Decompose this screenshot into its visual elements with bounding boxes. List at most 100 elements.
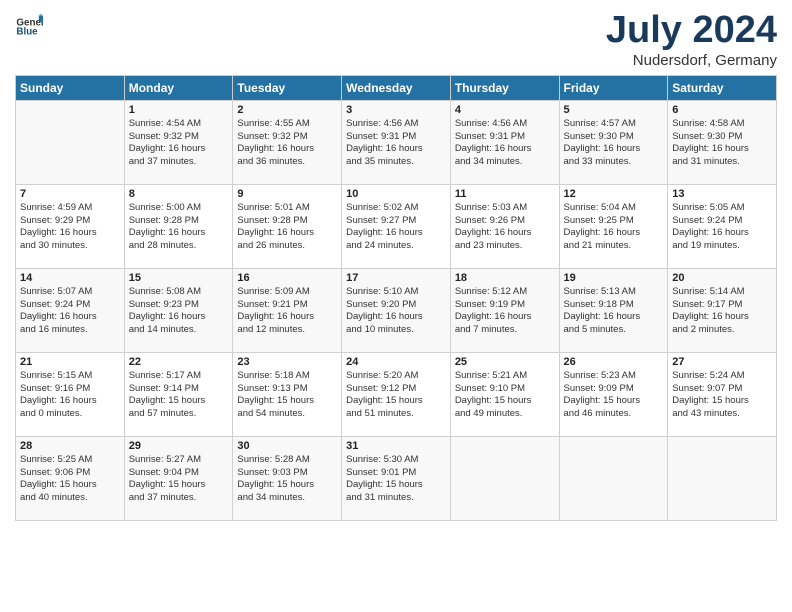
cell-week1-day4: 4 Sunrise: 4:56 AM Sunset: 9:31 PM Daylig… (450, 100, 559, 184)
day-number: 3 (346, 104, 446, 116)
cell-week4-day0: 21 Sunrise: 5:15 AM Sunset: 9:16 PM Dayli… (16, 352, 125, 436)
header: General Blue July 2024 Nudersdorf, Germa… (15, 10, 777, 69)
logo-icon: General Blue (15, 10, 43, 38)
day-number: 9 (237, 188, 337, 200)
day-number: 19 (564, 272, 664, 284)
day-number: 16 (237, 272, 337, 284)
day-info: Sunrise: 5:27 AM Sunset: 9:04 PM Dayligh… (129, 454, 229, 505)
day-number: 12 (564, 188, 664, 200)
cell-week4-day1: 22 Sunrise: 5:17 AM Sunset: 9:14 PM Dayli… (124, 352, 233, 436)
cell-week1-day2: 2Sunrise: 4:55 AM Sunset: 9:32 PM Daylig… (233, 100, 342, 184)
day-info: Sunrise: 4:56 AM Sunset: 9:31 PM Dayligh… (346, 118, 446, 169)
day-info: Sunrise: 5:15 AM Sunset: 9:16 PM Dayligh… (20, 370, 120, 421)
day-number: 21 (20, 356, 120, 368)
day-info: Sunrise: 5:07 AM Sunset: 9:24 PM Dayligh… (20, 286, 120, 337)
day-info: Sunrise: 5:18 AM Sunset: 9:13 PM Dayligh… (237, 370, 337, 421)
day-info: Sunrise: 4:56 AM Sunset: 9:31 PM Dayligh… (455, 118, 555, 169)
day-number: 15 (129, 272, 229, 284)
day-info: Sunrise: 5:09 AM Sunset: 9:21 PM Dayligh… (237, 286, 337, 337)
cell-week3-day6: 20 Sunrise: 5:14 AM Sunset: 9:17 PM Dayli… (668, 268, 777, 352)
day-info: Sunrise: 5:28 AM Sunset: 9:03 PM Dayligh… (237, 454, 337, 505)
logo: General Blue (15, 10, 43, 38)
week-row-5: 28 Sunrise: 5:25 AM Sunset: 9:06 PM Dayli… (16, 436, 777, 520)
days-header-row: Sunday Monday Tuesday Wednesday Thursday… (16, 75, 777, 100)
day-number: 20 (672, 272, 772, 284)
day-info: Sunrise: 5:25 AM Sunset: 9:06 PM Dayligh… (20, 454, 120, 505)
cell-week5-day3: 31 Sunrise: 5:30 AM Sunset: 9:01 PM Dayli… (342, 436, 451, 520)
day-number: 4 (455, 104, 555, 116)
day-number: 29 (129, 440, 229, 452)
day-number: 6 (672, 104, 772, 116)
week-row-4: 21 Sunrise: 5:15 AM Sunset: 9:16 PM Dayli… (16, 352, 777, 436)
header-sunday: Sunday (16, 75, 125, 100)
day-info: Sunrise: 5:14 AM Sunset: 9:17 PM Dayligh… (672, 286, 772, 337)
cell-week1-day1: 1 Sunrise: 4:54 AM Sunset: 9:32 PM Daylig… (124, 100, 233, 184)
day-number: 31 (346, 440, 446, 452)
cell-week3-day0: 14Sunrise: 5:07 AM Sunset: 9:24 PM Dayli… (16, 268, 125, 352)
header-saturday: Saturday (668, 75, 777, 100)
day-number: 17 (346, 272, 446, 284)
cell-week5-day5 (559, 436, 668, 520)
header-friday: Friday (559, 75, 668, 100)
header-thursday: Thursday (450, 75, 559, 100)
day-number: 8 (129, 188, 229, 200)
location-title: Nudersdorf, Germany (606, 52, 777, 69)
day-number: 27 (672, 356, 772, 368)
svg-text:Blue: Blue (16, 27, 38, 38)
cell-week1-day0 (16, 100, 125, 184)
day-info: Sunrise: 5:30 AM Sunset: 9:01 PM Dayligh… (346, 454, 446, 505)
day-info: Sunrise: 5:08 AM Sunset: 9:23 PM Dayligh… (129, 286, 229, 337)
cell-week2-day1: 8Sunrise: 5:00 AM Sunset: 9:28 PM Daylig… (124, 184, 233, 268)
cell-week1-day3: 3 Sunrise: 4:56 AM Sunset: 9:31 PM Daylig… (342, 100, 451, 184)
header-wednesday: Wednesday (342, 75, 451, 100)
cell-week2-day5: 12 Sunrise: 5:04 AM Sunset: 9:25 PM Dayli… (559, 184, 668, 268)
day-number: 28 (20, 440, 120, 452)
day-number: 22 (129, 356, 229, 368)
cell-week2-day2: 9 Sunrise: 5:01 AM Sunset: 9:28 PM Daylig… (233, 184, 342, 268)
cell-week5-day0: 28 Sunrise: 5:25 AM Sunset: 9:06 PM Dayli… (16, 436, 125, 520)
day-number: 23 (237, 356, 337, 368)
cell-week3-day2: 16 Sunrise: 5:09 AM Sunset: 9:21 PM Dayli… (233, 268, 342, 352)
day-info: Sunrise: 5:24 AM Sunset: 9:07 PM Dayligh… (672, 370, 772, 421)
cell-week3-day4: 18Sunrise: 5:12 AM Sunset: 9:19 PM Dayli… (450, 268, 559, 352)
cell-week3-day3: 17 Sunrise: 5:10 AM Sunset: 9:20 PM Dayli… (342, 268, 451, 352)
day-info: Sunrise: 5:10 AM Sunset: 9:20 PM Dayligh… (346, 286, 446, 337)
cell-week5-day4 (450, 436, 559, 520)
day-info: Sunrise: 5:02 AM Sunset: 9:27 PM Dayligh… (346, 202, 446, 253)
day-info: Sunrise: 5:17 AM Sunset: 9:14 PM Dayligh… (129, 370, 229, 421)
day-info: Sunrise: 5:03 AM Sunset: 9:26 PM Dayligh… (455, 202, 555, 253)
cell-week1-day6: 6Sunrise: 4:58 AM Sunset: 9:30 PM Daylig… (668, 100, 777, 184)
day-info: Sunrise: 5:23 AM Sunset: 9:09 PM Dayligh… (564, 370, 664, 421)
day-info: Sunrise: 5:20 AM Sunset: 9:12 PM Dayligh… (346, 370, 446, 421)
day-info: Sunrise: 5:05 AM Sunset: 9:24 PM Dayligh… (672, 202, 772, 253)
week-row-2: 7Sunrise: 4:59 AM Sunset: 9:29 PM Daylig… (16, 184, 777, 268)
day-number: 1 (129, 104, 229, 116)
week-row-1: 1 Sunrise: 4:54 AM Sunset: 9:32 PM Daylig… (16, 100, 777, 184)
cell-week3-day1: 15 Sunrise: 5:08 AM Sunset: 9:23 PM Dayli… (124, 268, 233, 352)
cell-week2-day0: 7Sunrise: 4:59 AM Sunset: 9:29 PM Daylig… (16, 184, 125, 268)
day-number: 26 (564, 356, 664, 368)
cell-week2-day6: 13Sunrise: 5:05 AM Sunset: 9:24 PM Dayli… (668, 184, 777, 268)
day-number: 25 (455, 356, 555, 368)
cell-week1-day5: 5 Sunrise: 4:57 AM Sunset: 9:30 PM Daylig… (559, 100, 668, 184)
day-info: Sunrise: 4:57 AM Sunset: 9:30 PM Dayligh… (564, 118, 664, 169)
cell-week4-day5: 26 Sunrise: 5:23 AM Sunset: 9:09 PM Dayli… (559, 352, 668, 436)
day-number: 5 (564, 104, 664, 116)
day-number: 10 (346, 188, 446, 200)
month-title: July 2024 (606, 10, 777, 52)
day-number: 11 (455, 188, 555, 200)
cell-week5-day2: 30 Sunrise: 5:28 AM Sunset: 9:03 PM Dayli… (233, 436, 342, 520)
cell-week2-day4: 11 Sunrise: 5:03 AM Sunset: 9:26 PM Dayli… (450, 184, 559, 268)
day-number: 30 (237, 440, 337, 452)
cell-week4-day3: 24Sunrise: 5:20 AM Sunset: 9:12 PM Dayli… (342, 352, 451, 436)
cell-week4-day4: 25 Sunrise: 5:21 AM Sunset: 9:10 PM Dayli… (450, 352, 559, 436)
day-info: Sunrise: 5:01 AM Sunset: 9:28 PM Dayligh… (237, 202, 337, 253)
cell-week3-day5: 19Sunrise: 5:13 AM Sunset: 9:18 PM Dayli… (559, 268, 668, 352)
day-info: Sunrise: 4:59 AM Sunset: 9:29 PM Dayligh… (20, 202, 120, 253)
day-info: Sunrise: 4:54 AM Sunset: 9:32 PM Dayligh… (129, 118, 229, 169)
calendar-table: Sunday Monday Tuesday Wednesday Thursday… (15, 75, 777, 521)
day-info: Sunrise: 5:04 AM Sunset: 9:25 PM Dayligh… (564, 202, 664, 253)
day-info: Sunrise: 5:21 AM Sunset: 9:10 PM Dayligh… (455, 370, 555, 421)
day-number: 2 (237, 104, 337, 116)
day-info: Sunrise: 5:12 AM Sunset: 9:19 PM Dayligh… (455, 286, 555, 337)
